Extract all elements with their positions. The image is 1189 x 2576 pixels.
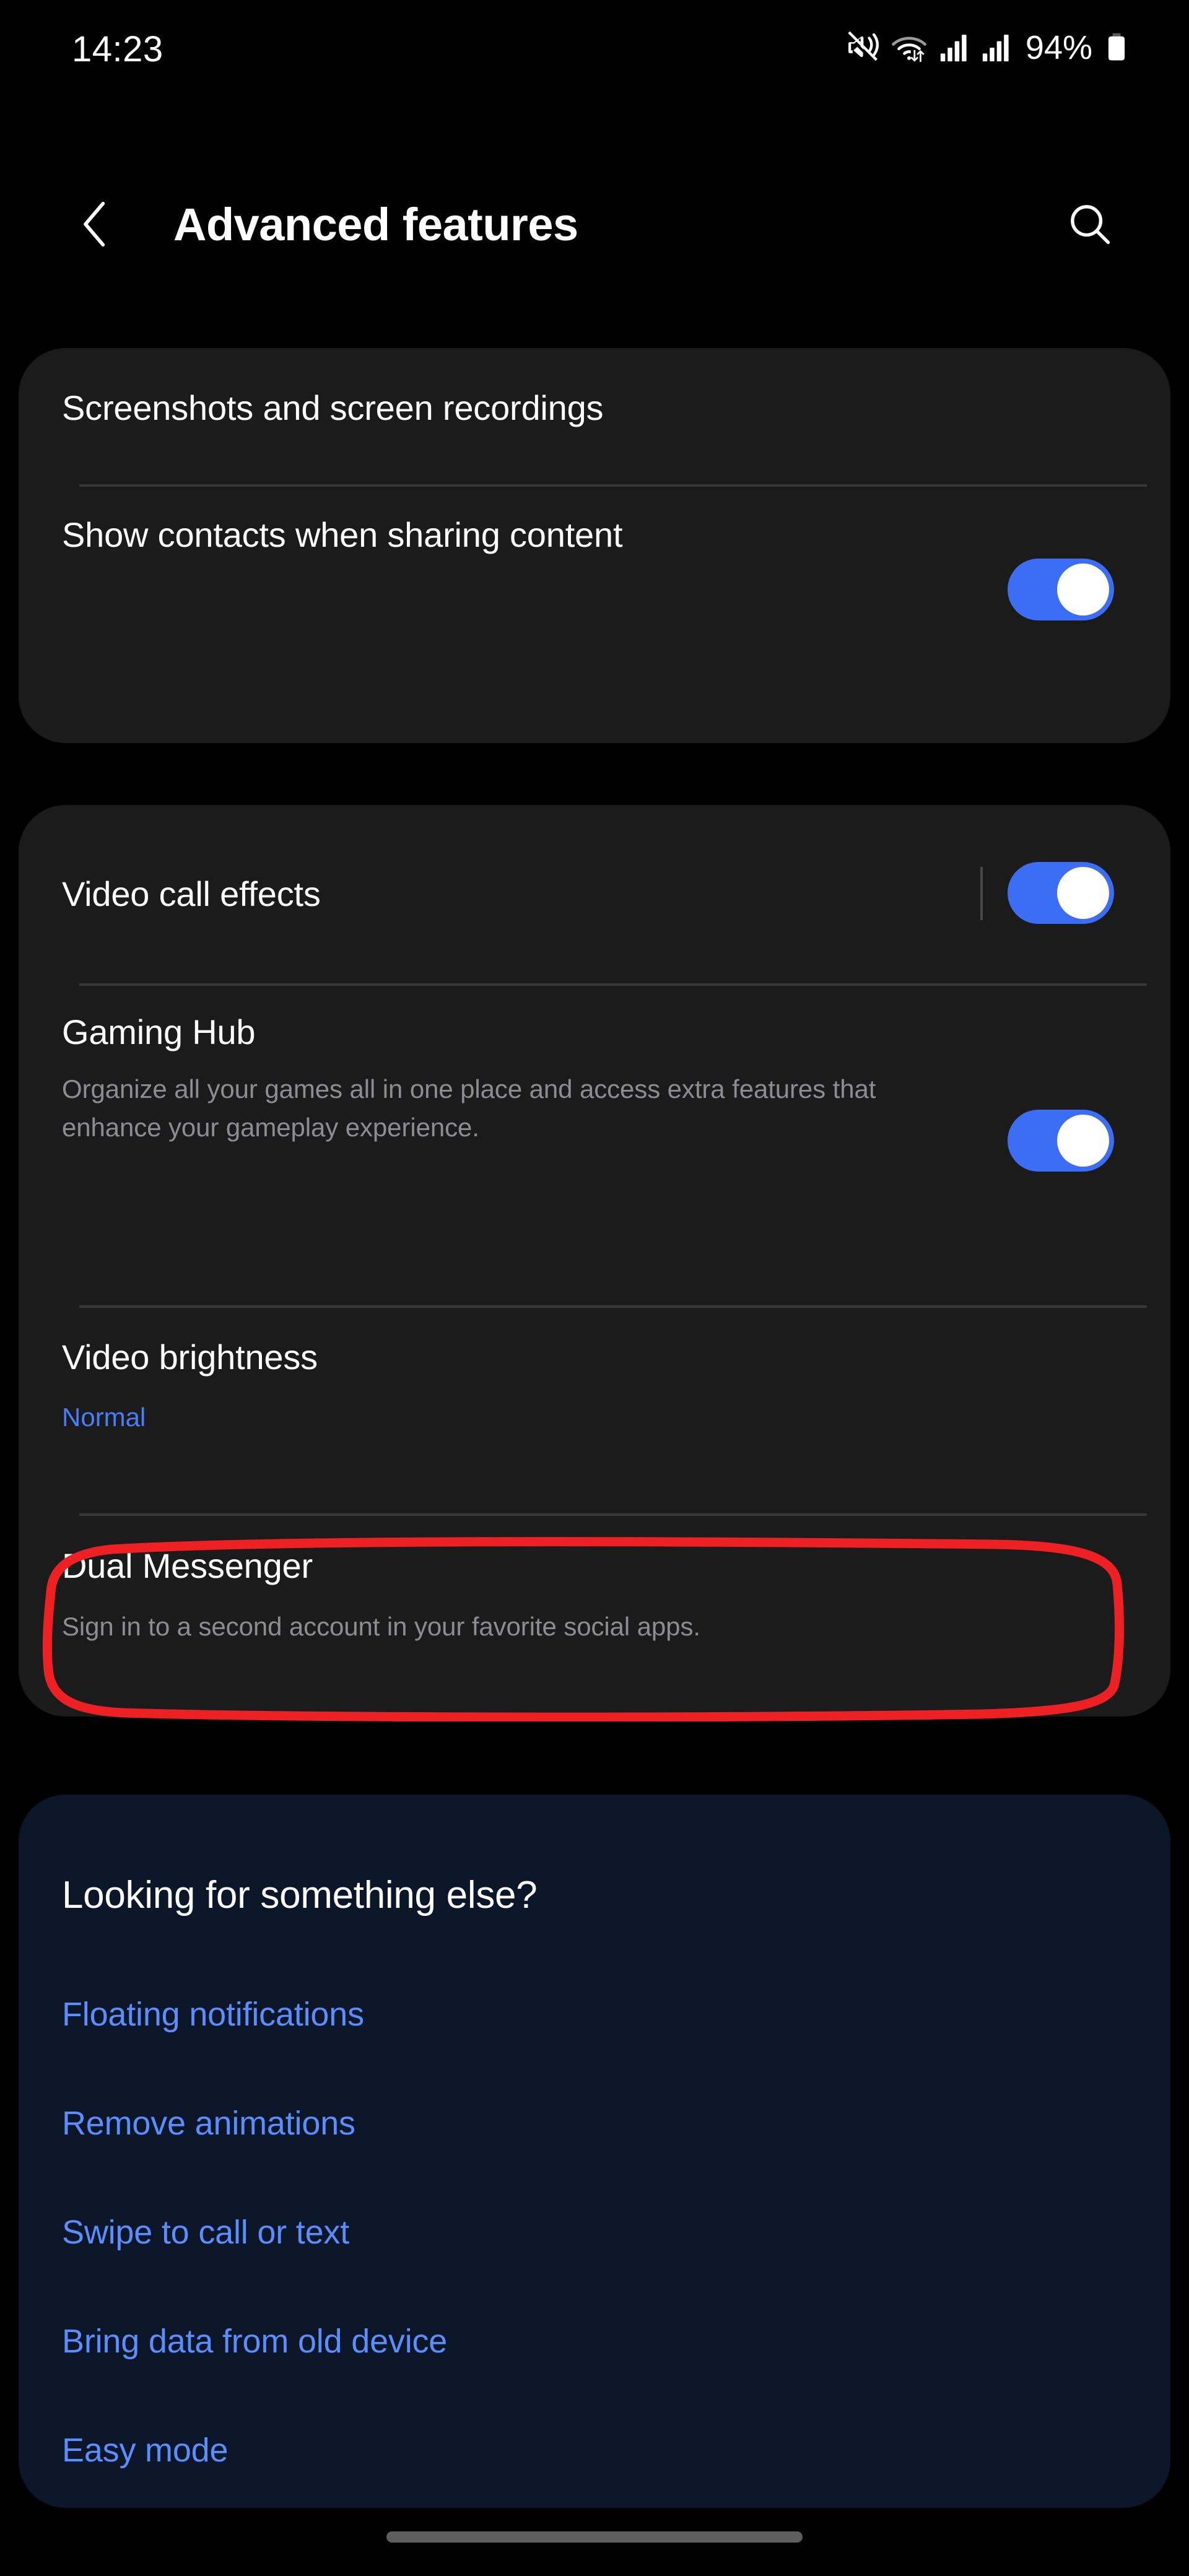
row-desc-dual-messenger: Sign in to a second account in your favo… (62, 1612, 700, 1641)
row-title-dual-messenger: Dual Messenger (62, 1546, 313, 1585)
toggle-knob (1057, 867, 1109, 919)
status-time: 14:23 (72, 29, 163, 69)
row-divider (79, 484, 1147, 487)
back-button[interactable] (67, 193, 123, 255)
search-icon (1071, 205, 1110, 245)
chevron-left-icon (84, 201, 105, 247)
promo-link-easy-mode[interactable]: Easy mode (62, 2427, 229, 2473)
signal-bars-icon (982, 35, 1009, 62)
row-divider (79, 1513, 1147, 1516)
navigation-bar (0, 2508, 1189, 2576)
settings-card-features: Video call effects Gaming Hub Organize a… (19, 805, 1170, 1717)
row-title-video-call-effects: Video call effects (62, 874, 321, 913)
settings-card-screenshots: Screenshots and screen recordings Show c… (19, 348, 1170, 743)
row-title-screenshots: Screenshots and screen recordings (62, 388, 604, 427)
row-divider (79, 1305, 1147, 1308)
app-bar: Advanced features (0, 180, 1189, 272)
toggle-knob (1057, 1115, 1109, 1167)
promo-card-looking-for-something-else: Looking for something else? Floating not… (19, 1795, 1170, 2508)
row-title-video-brightness: Video brightness (62, 1338, 318, 1377)
promo-link-remove-animations[interactable]: Remove animations (62, 2100, 355, 2146)
mute-vibrate-icon (848, 31, 879, 61)
row-vertical-divider (980, 867, 983, 920)
phone-screen: 14:23 94% Advanced features Screenshots … (0, 0, 1189, 2576)
row-title-show-contacts: Show contacts when sharing content (62, 515, 623, 554)
signal-bars-icon (940, 35, 967, 62)
promo-link-floating-notifications[interactable]: Floating notifications (62, 1991, 364, 2037)
row-desc-gaming-hub: Organize all your games all in one place… (62, 1074, 876, 1142)
promo-link-bring-data-from-old-device[interactable]: Bring data from old device (62, 2318, 447, 2364)
status-icons: 94% (845, 26, 1127, 69)
promo-heading: Looking for something else? (62, 1874, 538, 1917)
row-value-video-brightness: Normal (62, 1403, 146, 1432)
toggle-gaming-hub[interactable] (1008, 1110, 1114, 1172)
row-title-gaming-hub: Gaming Hub (62, 1012, 256, 1051)
toggle-show-contacts[interactable] (1008, 559, 1114, 620)
home-indicator[interactable] (386, 2531, 803, 2543)
promo-link-swipe-to-call-or-text[interactable]: Swipe to call or text (62, 2209, 349, 2255)
search-button[interactable] (1059, 193, 1121, 255)
wifi-icon (891, 37, 926, 62)
battery-percent: 94% (1025, 29, 1092, 66)
status-bar: 14:23 94% (0, 0, 1189, 99)
row-divider (79, 983, 1147, 986)
toggle-video-call-effects[interactable] (1008, 862, 1114, 924)
page-title: Advanced features (173, 199, 578, 250)
toggle-knob (1057, 564, 1109, 616)
battery-icon (1108, 33, 1125, 61)
